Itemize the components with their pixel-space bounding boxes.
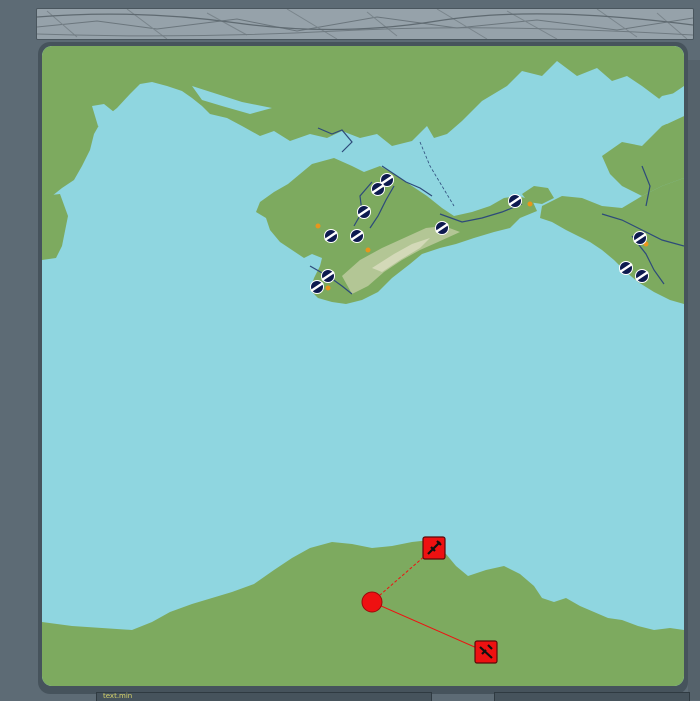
airfield-icon[interactable] bbox=[371, 182, 385, 196]
airfield-icon[interactable] bbox=[321, 269, 335, 283]
status-field-text: text.min bbox=[103, 692, 133, 700]
airfield-icon[interactable] bbox=[310, 280, 324, 294]
airfield-icon[interactable] bbox=[635, 269, 649, 283]
airfield-icon[interactable] bbox=[324, 229, 338, 243]
airfield-icon[interactable] bbox=[633, 231, 647, 245]
map-canvas[interactable] bbox=[42, 46, 684, 686]
airfield-icon[interactable] bbox=[357, 205, 371, 219]
fighter-icon[interactable] bbox=[474, 640, 498, 664]
airfield-icon[interactable] bbox=[619, 261, 633, 275]
top-mini-map-strip[interactable] bbox=[36, 8, 694, 40]
right-panel-edge bbox=[688, 60, 700, 700]
airfield-icon[interactable] bbox=[350, 229, 364, 243]
map-view[interactable] bbox=[42, 46, 684, 686]
airfield-icon[interactable] bbox=[435, 221, 449, 235]
airfield-icon[interactable] bbox=[508, 194, 522, 208]
waypoint-circle-icon[interactable] bbox=[361, 591, 383, 613]
top-strip-roads bbox=[37, 9, 693, 39]
fighter-icon[interactable] bbox=[422, 536, 446, 560]
